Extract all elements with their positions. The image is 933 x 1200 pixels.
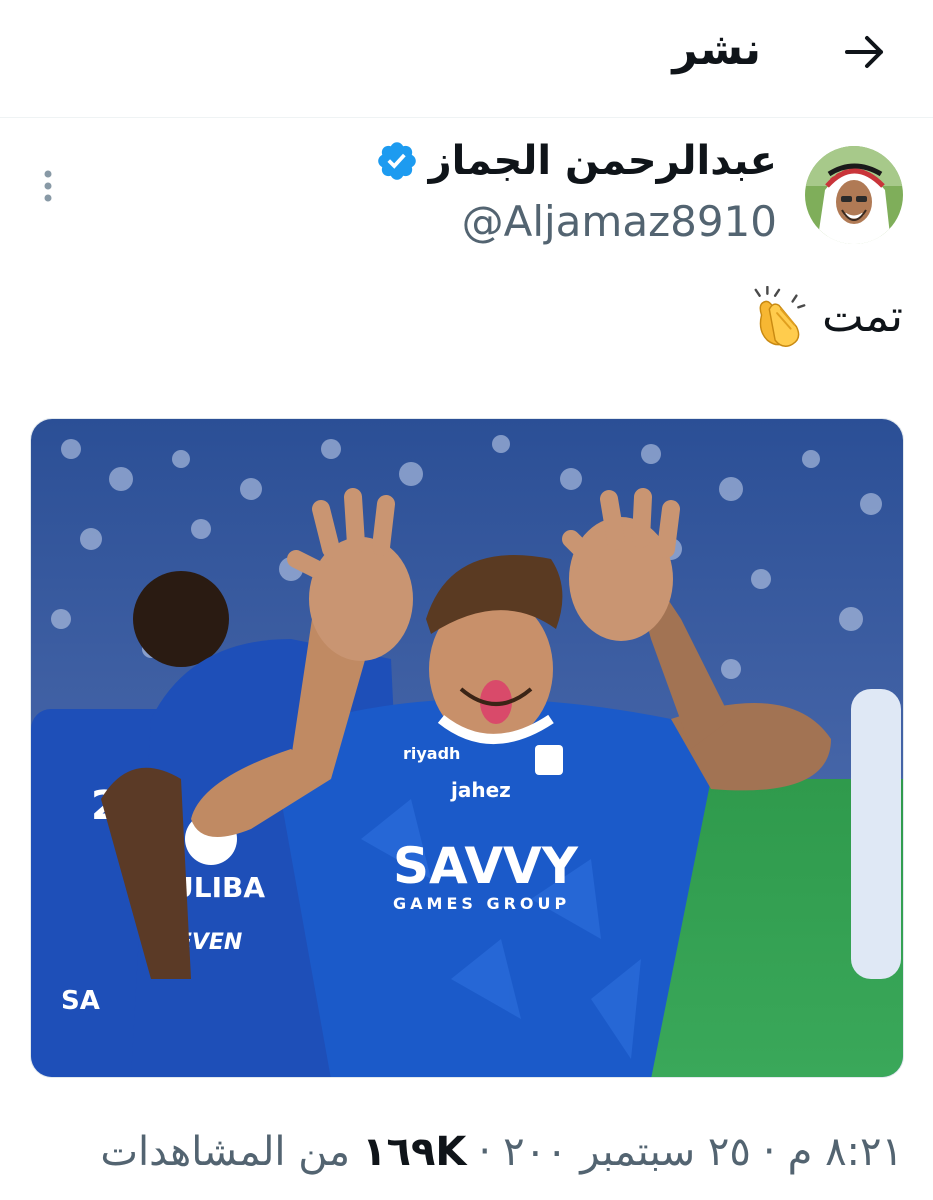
more-vertical-icon — [44, 170, 52, 202]
verified-badge-icon — [377, 142, 416, 180]
views-label: من المشاهدات — [100, 1129, 351, 1175]
tweet-media-image[interactable]: 2 SA ULIBA SEVEN — [30, 418, 904, 1078]
author-handle[interactable]: @Aljamaz8910 — [462, 194, 777, 250]
display-name[interactable]: عبدالرحمن الجماز — [429, 130, 777, 192]
tweet-body: تمت — [822, 291, 903, 342]
jersey-sponsor-savvy: SAVVY — [393, 837, 579, 895]
clapping-hands-icon — [754, 286, 806, 348]
more-options-button[interactable] — [30, 166, 66, 206]
svg-text:jahez: jahez — [450, 778, 511, 802]
tweet-date[interactable]: ٢٥ سبتمبر ٢٠٠ — [503, 1129, 751, 1175]
tweet-time[interactable]: ٨:٢١ م — [788, 1129, 903, 1175]
views-count[interactable]: ١٦٩K — [362, 1129, 466, 1175]
svg-text:riyadh: riyadh — [403, 744, 460, 763]
top-bar: نشر — [0, 0, 933, 118]
tweet-meta: ٨:٢١ م · ٢٥ سبتمبر ٢٠٠ · ١٦٩K من المشاهد… — [100, 1120, 903, 1184]
avatar[interactable] — [805, 146, 903, 244]
tweet-text: تمت — [748, 282, 903, 352]
svg-text:GAMES GROUP: GAMES GROUP — [393, 894, 570, 913]
meta-separator: · — [762, 1129, 776, 1175]
back-button[interactable] — [837, 24, 893, 80]
page-title: نشر — [672, 24, 761, 75]
author-name-row[interactable]: عبدالرحمن الجماز — [375, 130, 777, 192]
arrow-right-icon — [845, 36, 883, 68]
meta-separator: · — [478, 1129, 492, 1175]
svg-text:SA: SA — [61, 986, 100, 1016]
